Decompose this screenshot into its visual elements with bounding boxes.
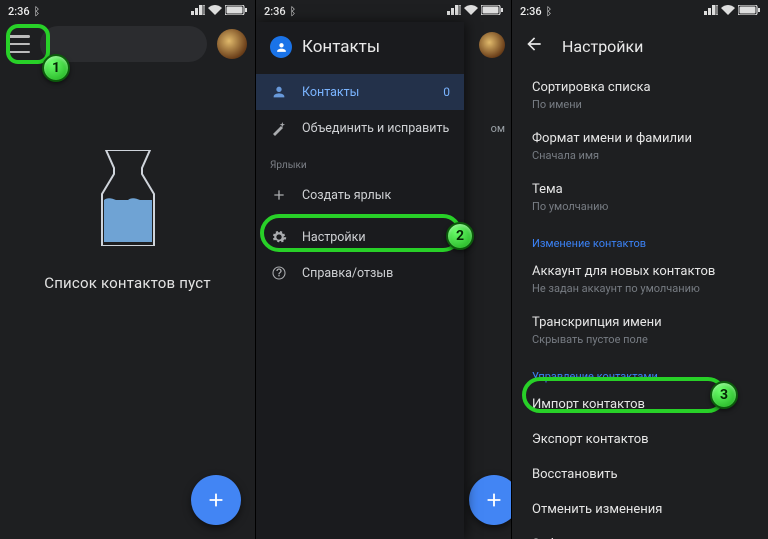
wifi-icon — [208, 5, 222, 18]
battery-icon — [738, 5, 760, 18]
signal-icon — [704, 5, 718, 18]
wifi-icon — [721, 5, 735, 18]
add-contact-fab[interactable] — [191, 475, 241, 525]
status-bar: 2:36 ᛒ — [0, 0, 255, 22]
bluetooth-icon: ᛒ — [34, 5, 41, 18]
add-contact-fab[interactable] — [469, 475, 512, 525]
setting-sort[interactable]: Сортировка списка По имени — [512, 70, 768, 121]
setting-default-account[interactable]: Аккаунт для новых контактов Не задан акк… — [512, 254, 768, 305]
drawer-item-label: Справка/отзыв — [302, 266, 393, 281]
truncated-text: ом — [491, 122, 505, 135]
drawer-title: Контакты — [302, 37, 380, 57]
setting-blocked-numbers[interactable]: Заблокированные номера — [512, 527, 768, 539]
setting-undo-changes[interactable]: Отменить изменения — [512, 492, 768, 527]
drawer-section-labels: Ярлыки — [256, 146, 464, 177]
page-title: Настройки — [562, 37, 643, 56]
drawer-item-label: Настройки — [302, 230, 366, 245]
setting-name-format[interactable]: Формат имени и фамилии Сначала имя — [512, 121, 768, 172]
drawer-item-merge-fix[interactable]: Объединить и исправить — [256, 110, 464, 146]
avatar — [479, 32, 505, 58]
battery-icon — [225, 5, 247, 18]
contacts-app-icon — [270, 36, 292, 58]
setting-export[interactable]: Экспорт контактов — [512, 422, 768, 457]
signal-icon — [447, 5, 461, 18]
menu-icon[interactable] — [8, 35, 30, 53]
status-time: 2:36 — [8, 5, 30, 18]
drawer-item-settings[interactable]: Настройки — [256, 219, 464, 255]
drawer-item-label: Объединить и исправить — [302, 121, 449, 136]
drawer-item-label: Создать ярлык — [302, 188, 391, 203]
help-icon — [270, 265, 288, 281]
empty-illustration — [92, 150, 164, 246]
status-bar: 2:36 ᛒ — [256, 0, 511, 22]
top-app-bar — [0, 22, 255, 66]
hint-badge-1: 1 — [42, 54, 70, 82]
settings-app-bar: Настройки — [512, 22, 768, 68]
magic-wand-icon — [270, 120, 288, 136]
wifi-icon — [464, 5, 478, 18]
screen-empty-contacts: 2:36 ᛒ — [0, 0, 256, 539]
plus-icon — [270, 187, 288, 203]
screen-settings: 2:36 ᛒ Настройки С — [512, 0, 768, 539]
drawer-item-contacts[interactable]: Контакты 0 — [256, 74, 464, 110]
person-icon — [270, 84, 288, 100]
setting-restore[interactable]: Восстановить — [512, 457, 768, 492]
status-bar: 2:36 ᛒ — [512, 0, 768, 22]
avatar[interactable] — [217, 29, 247, 59]
status-time: 2:36 — [520, 5, 542, 18]
empty-state-text: Список контактов пуст — [44, 274, 211, 292]
bluetooth-icon: ᛒ — [290, 5, 297, 18]
drawer-item-create-label[interactable]: Создать ярлык — [256, 177, 464, 213]
battery-icon — [481, 5, 503, 18]
back-arrow-icon[interactable] — [524, 34, 544, 58]
screen-drawer: 2:36 ᛒ ом — [256, 0, 512, 539]
drawer-item-help[interactable]: Справка/отзыв — [256, 255, 464, 291]
drawer-item-label: Контакты — [302, 85, 359, 100]
signal-icon — [191, 5, 205, 18]
status-time: 2:36 — [264, 5, 286, 18]
drawer-item-count: 0 — [443, 85, 450, 99]
settings-list: Сортировка списка По имени Формат имени … — [512, 68, 768, 539]
settings-section-edit: Изменение контактов — [512, 223, 768, 254]
bluetooth-icon: ᛒ — [546, 5, 553, 18]
setting-phonetic[interactable]: Транскрипция имени Скрывать пустое поле — [512, 305, 768, 356]
hint-badge-3: 3 — [710, 381, 738, 409]
drawer-header: Контакты — [256, 22, 464, 74]
hint-badge-2: 2 — [446, 222, 474, 250]
setting-theme[interactable]: Тема По умолчанию — [512, 172, 768, 223]
navigation-drawer: Контакты Контакты 0 Объединить и исправи… — [256, 22, 464, 539]
underlying-screen-sliver: ом — [463, 22, 511, 539]
gear-icon — [270, 229, 288, 245]
